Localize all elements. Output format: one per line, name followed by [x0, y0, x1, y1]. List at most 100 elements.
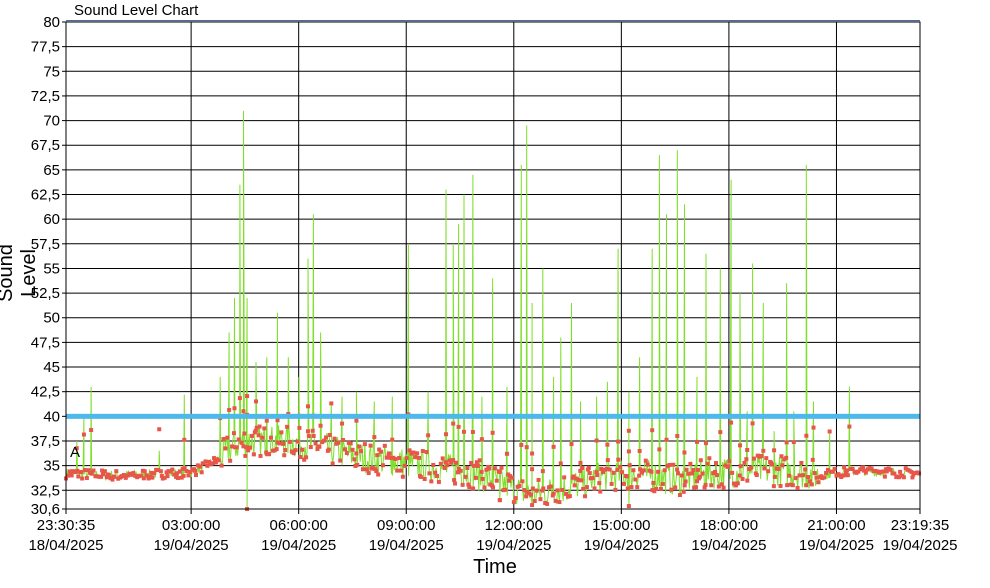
data-point — [621, 481, 626, 486]
data-point — [479, 469, 484, 474]
data-point — [714, 473, 719, 478]
data-point — [323, 435, 328, 440]
data-point — [682, 483, 687, 488]
data-point — [376, 472, 381, 477]
data-point — [219, 463, 224, 468]
data-point — [467, 485, 472, 490]
data-point — [695, 467, 700, 472]
data-point — [257, 424, 262, 429]
data-point — [675, 433, 680, 438]
data-point — [626, 504, 631, 509]
data-point — [682, 450, 687, 455]
data-point — [616, 457, 621, 462]
data-point — [249, 433, 254, 438]
data-point — [691, 468, 696, 473]
data-point — [637, 448, 642, 453]
data-point — [520, 479, 525, 484]
data-point — [754, 473, 759, 478]
data-point — [382, 443, 387, 448]
data-point — [532, 499, 537, 504]
data-point — [671, 462, 676, 467]
data-point — [769, 462, 774, 467]
data-point — [330, 461, 335, 466]
data-point — [551, 444, 556, 449]
data-point — [379, 449, 384, 454]
data-point — [262, 426, 267, 431]
data-point — [673, 485, 678, 490]
data-point — [624, 474, 629, 479]
data-point — [248, 445, 253, 450]
data-point — [548, 484, 553, 489]
data-point — [254, 399, 259, 404]
data-point — [651, 480, 656, 485]
data-point — [374, 469, 379, 474]
data-point — [738, 443, 743, 448]
y-tick-label: 72,5 — [31, 88, 60, 105]
data-point — [605, 458, 610, 463]
data-point — [237, 396, 242, 401]
data-point — [545, 501, 550, 506]
data-point — [700, 471, 705, 476]
data-point — [609, 481, 614, 486]
data-point — [465, 466, 470, 471]
data-point — [482, 485, 487, 490]
data-point — [112, 474, 117, 479]
data-point — [380, 463, 385, 468]
y-tick-label: 30,6 — [31, 501, 60, 518]
data-point — [258, 453, 263, 458]
data-point — [513, 496, 518, 501]
data-point — [605, 442, 610, 447]
data-point — [279, 430, 284, 435]
data-point — [626, 449, 631, 454]
data-point — [677, 493, 682, 498]
data-point — [812, 471, 817, 476]
data-point — [530, 467, 535, 472]
data-point — [364, 467, 369, 472]
data-point — [305, 429, 310, 434]
data-point — [393, 457, 398, 462]
data-point — [282, 453, 287, 458]
data-point — [242, 431, 247, 436]
data-point — [572, 483, 577, 488]
data-point — [297, 425, 302, 430]
data-point — [234, 445, 239, 450]
data-point — [329, 401, 334, 406]
data-point — [635, 485, 640, 490]
data-point — [569, 442, 574, 447]
data-point — [193, 473, 198, 478]
data-point — [785, 483, 790, 488]
data-point — [362, 442, 367, 447]
data-point — [557, 500, 562, 505]
data-point — [318, 423, 323, 428]
data-point — [681, 489, 686, 494]
data-point — [534, 488, 539, 493]
data-point — [114, 469, 119, 474]
data-point — [298, 455, 303, 460]
data-point — [232, 406, 237, 411]
data-point — [473, 475, 478, 480]
data-point — [656, 469, 661, 474]
data-point — [308, 445, 313, 450]
data-point — [338, 458, 343, 463]
data-point — [205, 463, 210, 468]
data-point — [742, 460, 747, 465]
data-point — [726, 464, 731, 469]
data-point — [586, 465, 591, 470]
data-point — [503, 487, 508, 492]
x-tick-date-label: 19/04/2025 — [261, 537, 336, 554]
data-point — [475, 463, 480, 468]
y-tick-label: 67,5 — [31, 137, 60, 154]
data-point — [372, 435, 377, 440]
data-point — [804, 483, 809, 488]
data-point — [274, 447, 279, 452]
data-point — [429, 479, 434, 484]
data-point — [735, 481, 740, 486]
data-point — [497, 498, 502, 503]
data-point — [293, 448, 298, 453]
data-point — [80, 476, 85, 481]
data-point — [444, 432, 449, 437]
data-point — [811, 425, 816, 430]
data-point — [76, 474, 81, 479]
data-point — [509, 475, 514, 480]
data-point — [645, 462, 650, 467]
